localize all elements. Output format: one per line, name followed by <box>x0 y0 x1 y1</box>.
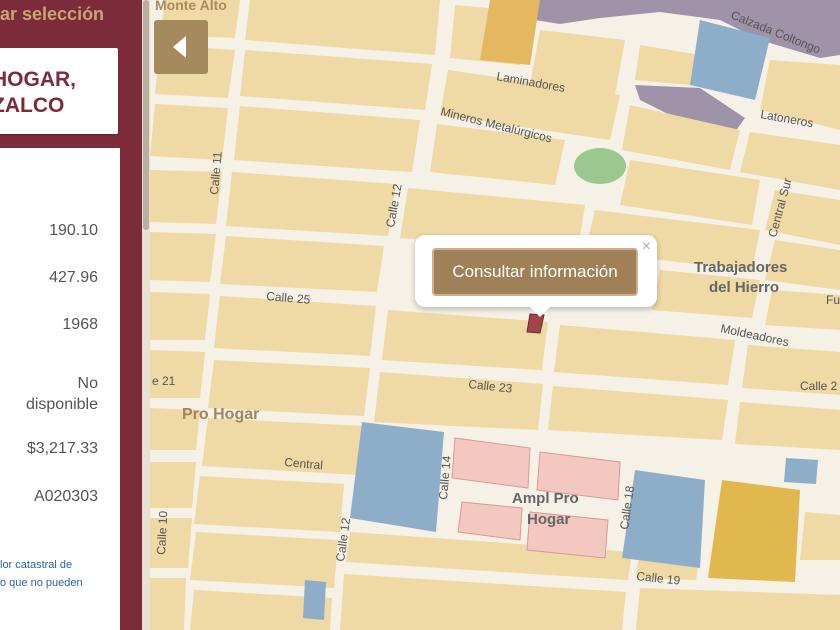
map-label-ampl-pro: Ampl Pro <box>512 490 579 507</box>
map-canvas[interactable]: Monte Alto Calzada Coltongo Laminadores … <box>150 0 840 630</box>
info-value-1: 190.10 <box>49 222 98 239</box>
map-svg: Monte Alto Calzada Coltongo Laminadores … <box>150 0 840 630</box>
clear-selection-link[interactable]: tar selección <box>0 4 104 25</box>
footnote-line-2[interactable]: o que no pueden <box>0 577 83 589</box>
property-info-card: 190.10 427.96 1968 No disponible $3,217.… <box>0 148 120 630</box>
map-label-monte-alto: Monte Alto <box>155 0 227 13</box>
collapse-panel-button[interactable] <box>154 20 208 74</box>
info-value-2: 427.96 <box>49 269 98 286</box>
property-title-line-1: HOGAR, <box>0 68 76 91</box>
park-roundabout <box>574 148 626 184</box>
map-label-calle21: e 21 <box>152 374 176 388</box>
blue-zone-4 <box>784 458 818 484</box>
property-title-line-2: ZALCO <box>0 94 65 117</box>
commercial-zone-2 <box>708 480 800 582</box>
chevron-left-icon <box>173 36 186 58</box>
property-title-card: HOGAR, ZALCO <box>0 48 118 134</box>
info-value-3: 1968 <box>62 316 98 333</box>
blue-zone-3 <box>622 470 705 568</box>
info-value-4a: No <box>77 375 98 392</box>
blue-zone-5 <box>303 580 326 620</box>
info-popup: Consultar información × <box>415 235 657 317</box>
side-panel: tar selección HOGAR, ZALCO 190.10 427.96… <box>0 0 150 630</box>
blue-zone-2 <box>350 422 444 532</box>
info-value-5: $3,217.33 <box>26 440 98 457</box>
commercial-zone <box>480 0 540 65</box>
sidebar-scroll-thumb[interactable] <box>143 0 149 230</box>
map-label-fu: Fu <box>826 293 840 307</box>
map-label-calle2x: Calle 2 <box>800 379 838 393</box>
footnote-line-1[interactable]: lor catastral de <box>0 559 72 571</box>
info-value-4b: disponible <box>25 396 98 413</box>
map-label-calle10: Calle 10 <box>154 510 170 555</box>
consult-info-button[interactable]: Consultar información <box>432 248 638 296</box>
map-label-pro-hogar: Pro Hogar <box>182 406 259 423</box>
map-label-trabajadores-1: Trabajadores <box>694 259 787 276</box>
map-label-trabajadores-2: del Hierro <box>709 279 779 296</box>
map-label-hogar: Hogar <box>527 511 571 528</box>
info-value-6: A020303 <box>33 488 98 505</box>
close-icon[interactable]: × <box>642 238 651 256</box>
